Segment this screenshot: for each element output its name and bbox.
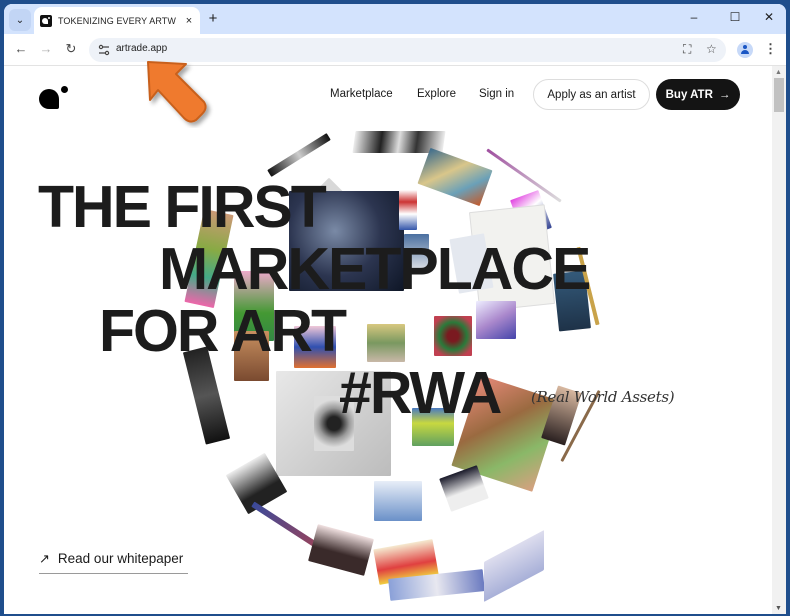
maximize-button[interactable]: ☐ (725, 10, 745, 24)
browser-window: ⌄ TOKENIZING EVERY ARTWORK × + – ☐ ✕ ← →… (4, 4, 786, 614)
chevron-down-icon: ⌄ (15, 14, 25, 26)
headline-line-3: FOR ART (99, 298, 347, 364)
scroll-up-icon[interactable]: ▲ (775, 69, 782, 76)
artwork-tile (484, 530, 544, 602)
logo-blob-icon (39, 89, 59, 109)
browser-toolbar: ← → ↻ artrade.app ⛶ ☆ ⋮ (4, 34, 786, 66)
browser-menu-icon[interactable]: ⋮ (764, 41, 777, 57)
person-icon (740, 45, 750, 55)
buy-label: Buy ATR (665, 88, 713, 101)
artwork-tile (374, 481, 422, 521)
scroll-thumb[interactable] (774, 78, 784, 112)
url-text[interactable]: artrade.app (116, 43, 167, 54)
close-tab-icon[interactable]: × (182, 15, 196, 27)
translate-icon[interactable]: ⛶ (683, 42, 691, 57)
artwork-tile (434, 316, 472, 356)
artwork-tile (417, 147, 493, 207)
forward-button[interactable]: → (37, 41, 55, 56)
artwork-tile (399, 190, 417, 230)
buy-atr-button[interactable]: Buy ATR → (656, 79, 740, 110)
page-viewport: Marketplace Explore Sign in Apply as an … (4, 66, 772, 614)
site-logo[interactable] (39, 86, 71, 110)
whitepaper-label: Read our whitepaper (57, 551, 184, 566)
headline-line-1: THE FIRST (38, 174, 327, 240)
orange-callout-arrow-icon (147, 61, 207, 123)
tab-strip: ⌄ TOKENIZING EVERY ARTWORK × + – ☐ ✕ (4, 4, 786, 34)
apply-as-artist-button[interactable]: Apply as an artist (533, 79, 650, 110)
tab-title: TOKENIZING EVERY ARTWORK (58, 15, 176, 26)
nav-sign-in[interactable]: Sign in (479, 88, 514, 100)
nav-marketplace[interactable]: Marketplace (330, 88, 393, 100)
site-info-icon[interactable] (97, 43, 111, 57)
artwork-tile (367, 324, 405, 362)
close-window-button[interactable]: ✕ (759, 10, 779, 24)
artwork-tile (267, 133, 331, 177)
favicon-icon (40, 14, 52, 27)
whitepaper-link[interactable]: ↗ Read our whitepaper (39, 544, 188, 574)
headline-line-2: MARKETPLACE (159, 236, 591, 302)
minimize-button[interactable]: – (684, 10, 704, 24)
artwork-tile (476, 301, 516, 339)
nav-explore[interactable]: Explore (417, 88, 456, 100)
artwork-tile (308, 524, 374, 576)
apply-label: Apply as an artist (547, 88, 636, 101)
logo-dot-icon (61, 86, 68, 93)
back-button[interactable]: ← (12, 41, 30, 56)
headline-line-4: #RWA (339, 360, 502, 426)
reload-button[interactable]: ↻ (62, 41, 80, 57)
profile-avatar[interactable] (737, 42, 753, 58)
rwa-subtitle: (Real World Assets) (531, 388, 675, 406)
tab-search-button[interactable]: ⌄ (9, 9, 31, 31)
arrow-up-right-icon: ↗ (39, 550, 50, 566)
arrow-right-icon: → (718, 88, 731, 101)
bookmark-star-icon[interactable]: ☆ (706, 42, 717, 56)
page-scrollbar[interactable]: ▲ ▼ (772, 66, 786, 614)
new-tab-button[interactable]: + (205, 10, 221, 27)
browser-tab[interactable]: TOKENIZING EVERY ARTWORK × (34, 7, 200, 34)
scroll-down-icon[interactable]: ▼ (775, 605, 782, 612)
